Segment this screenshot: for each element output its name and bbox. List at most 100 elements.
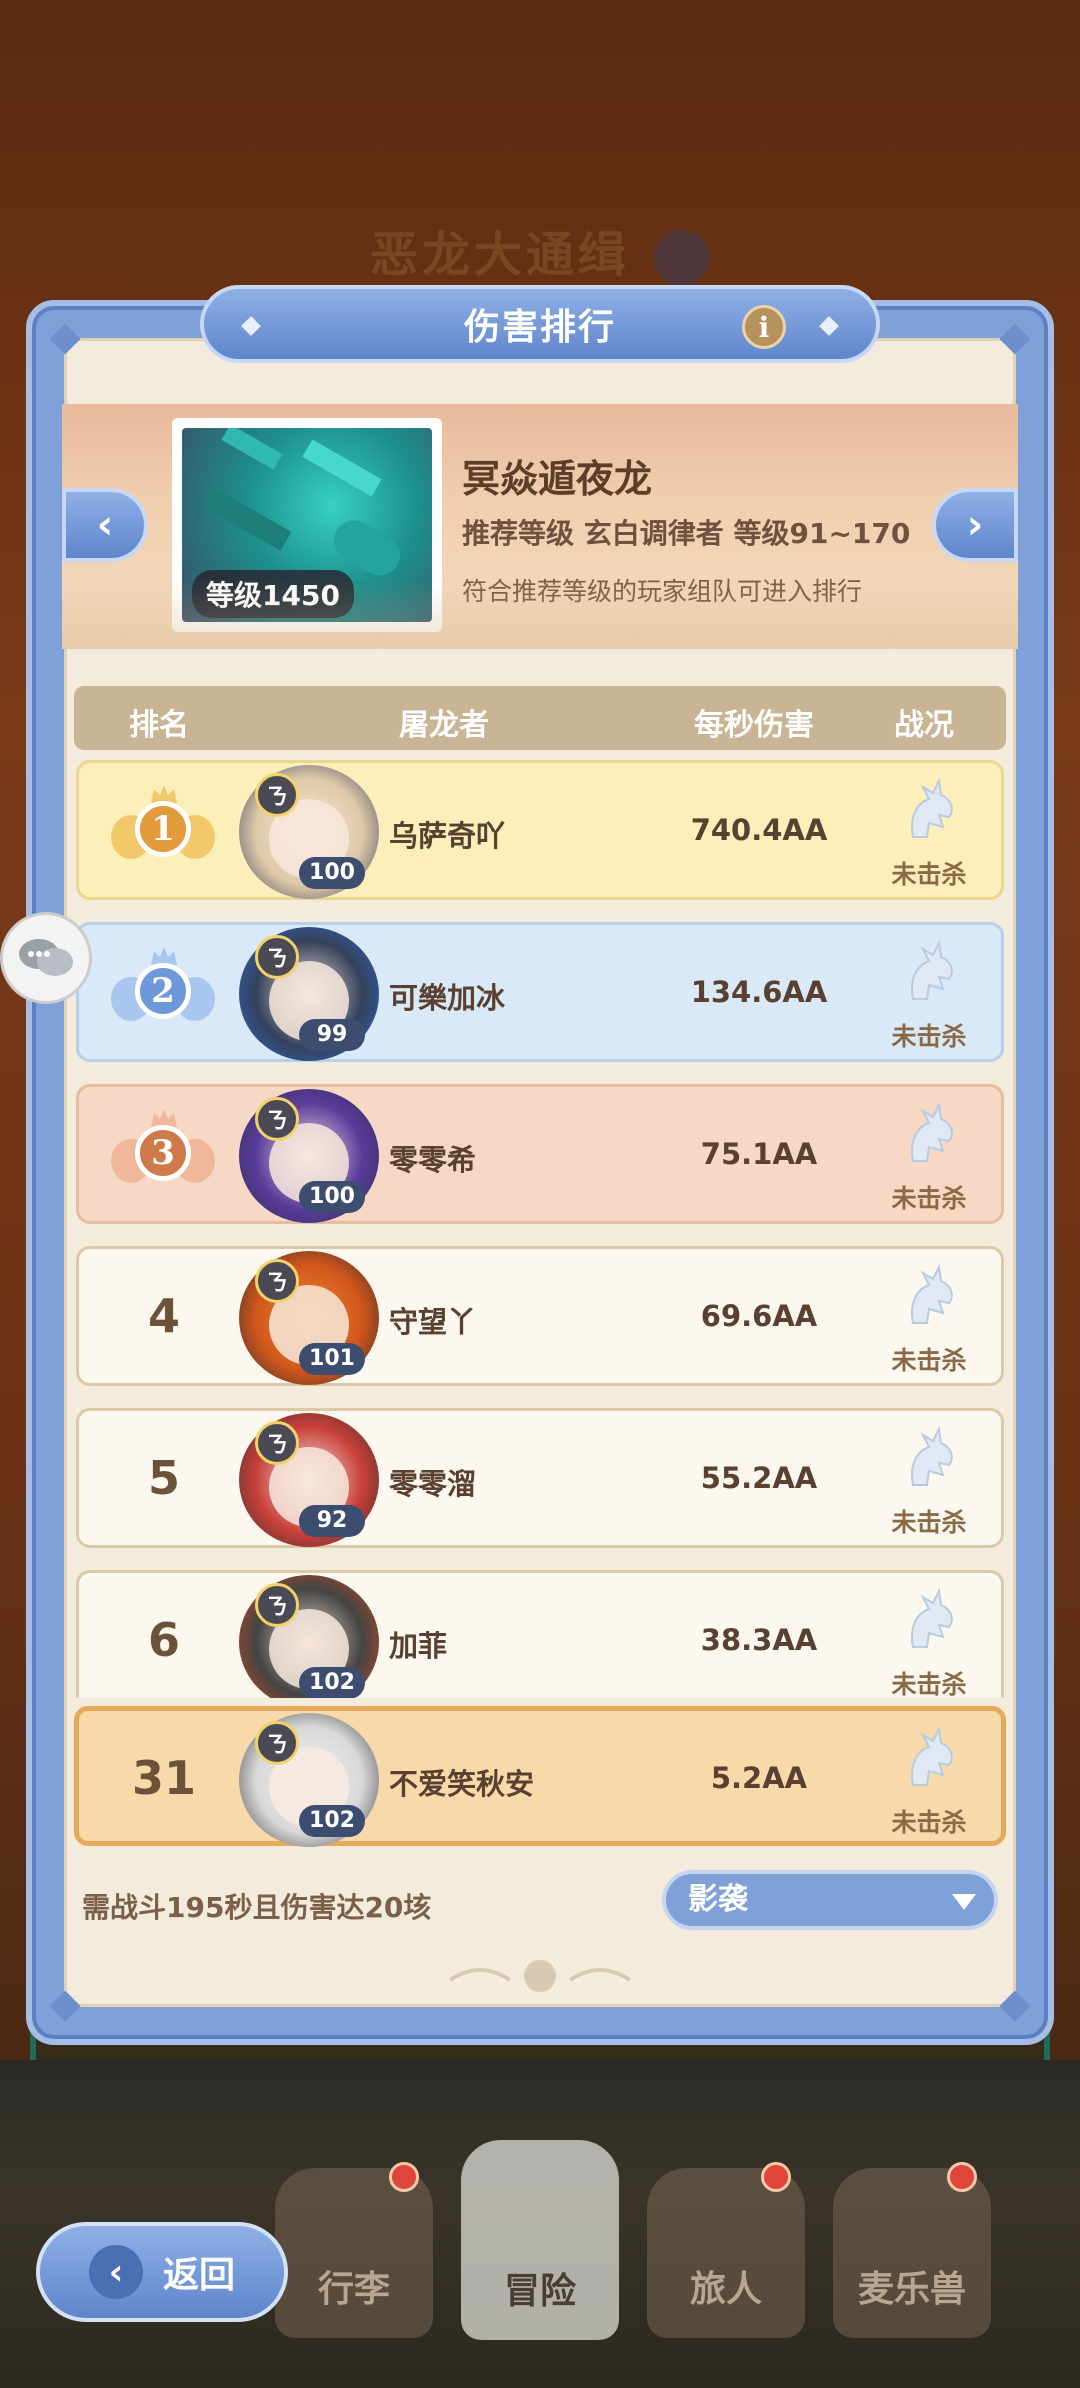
player-level: 99 [299,1019,365,1051]
class-emblem-icon: ㄋ [255,1421,299,1465]
kill-status: 未击杀 [891,1808,967,1837]
kill-status: 未击杀 [891,1346,967,1375]
dragon-icon [911,1101,953,1162]
background-title: 恶龙大通缉 [0,215,1080,286]
notification-dot-icon [761,2162,791,2192]
player-name: 不爱笑秋安 [389,1767,535,1801]
nav-travelers[interactable]: 旅人 [647,2162,805,2338]
nav-label: 旅人 [689,2269,762,2310]
boss-name: 冥焱遁夜龙 [462,457,653,501]
chevron-right-icon: › [966,502,984,548]
player-level: 101 [299,1343,365,1375]
panel-title: 伤害排行 [463,307,616,348]
dragon-icon [911,777,953,838]
class-emblem-icon: ㄋ [255,773,299,817]
star-ornament-icon [241,316,261,336]
ranking-row[interactable]: 6 ㄋ 102 加菲 38.3AA 未击杀 [76,1570,1004,1698]
prev-boss-button[interactable]: ‹ [62,488,148,562]
kill-status: 未击杀 [891,1670,967,1698]
nav-label: 麦乐兽 [857,2269,966,2310]
boss-rank-note: 符合推荐等级的玩家组队可进入排行 [462,577,863,606]
next-boss-button[interactable]: › [932,488,1018,562]
header-player: 屠龙者 [399,708,489,743]
rank-medal-icon: 2 [111,943,215,1043]
class-emblem-icon: ㄋ [255,1259,299,1303]
class-emblem-icon: ㄋ [255,1097,299,1141]
rank-medal-icon: 1 [111,781,215,881]
rank-number: 2 [135,963,191,1019]
rank-number: 6 [147,1613,180,1667]
player-name: 零零溜 [389,1467,477,1501]
player-dps: 134.6AA [690,975,828,1009]
player-name: 零零希 [389,1143,477,1177]
chat-bubble-icon [19,939,73,976]
player-name: 守望丫 [389,1305,477,1339]
header-dps: 每秒伤害 [694,708,814,743]
nav-luggage[interactable]: 行李 [275,2162,433,2338]
header-status: 战况 [894,708,954,743]
class-emblem-icon: ㄋ [255,1721,299,1765]
rank-medal-icon: 3 [111,1105,215,1205]
player-name: 加菲 [389,1629,448,1663]
ranking-table-header: 排名 屠龙者 每秒伤害 战况 [74,686,1006,750]
boss-portrait: 等级1450 [172,418,442,632]
ornament-icon [448,1960,632,1992]
dragon-icon [911,939,953,1000]
ranking-row[interactable]: 2 ㄋ 99 可樂加冰 134.6AA 未击杀 [76,922,1004,1062]
dropdown-value: 影袭 [688,1882,748,1917]
boss-level-badge: 等级1450 [192,570,354,618]
ranking-row[interactable]: 3 ㄋ 100 零零希 75.1AA 未击杀 [76,1084,1004,1224]
notification-dot-icon [389,2162,419,2192]
back-label: 返回 [162,2255,235,2296]
player-dps: 38.3AA [700,1623,818,1657]
kill-status: 未击杀 [891,1022,967,1051]
chevron-left-icon: ‹ [96,502,114,548]
my-ranking-row[interactable]: 31 ㄋ 102 不爱笑秋安 5.2AA 未击杀 [74,1706,1006,1847]
kill-status: 未击杀 [891,1184,967,1213]
kill-status: 未击杀 [891,1508,967,1537]
star-ornament-icon [819,316,839,336]
chevron-left-icon: ‹ [88,2245,143,2299]
notification-dot-icon [947,2162,977,2192]
back-button[interactable]: ‹ 返回 [36,2222,288,2322]
rank-number: 5 [147,1451,180,1505]
dragon-icon [911,1425,953,1486]
rank-number: 4 [147,1289,180,1343]
class-emblem-icon: ㄋ [255,935,299,979]
header-rank: 排名 [129,708,189,743]
kill-status: 未击杀 [891,860,967,889]
boss-recommend-level: 推荐等级 玄白调律者 等级91~170 [462,517,911,550]
dragon-icon [911,1725,953,1786]
rank-number: 1 [135,801,191,857]
player-level: 102 [299,1667,365,1698]
ranking-row[interactable]: 4 ㄋ 101 守望丫 69.6AA 未击杀 [76,1246,1004,1386]
player-name: 可樂加冰 [389,981,506,1015]
nav-adventure[interactable]: 冒险 [461,2140,619,2340]
class-emblem-icon: ㄋ [255,1583,299,1627]
nav-label: 冒险 [503,2271,576,2312]
title-badge-icon [654,230,710,286]
ranking-row[interactable]: 5 ㄋ 92 零零溜 55.2AA 未击杀 [76,1408,1004,1548]
ranking-list[interactable]: 1 ㄋ 100 乌萨奇吖 740.4AA 未击杀 2 ㄋ 99 可樂加冰 134… [74,760,1006,1698]
player-dps: 5.2AA [710,1761,808,1795]
player-level: 92 [299,1505,365,1537]
nav-pets[interactable]: 麦乐兽 [833,2162,991,2338]
info-icon[interactable]: i [742,305,786,349]
rank-number: 3 [135,1125,191,1181]
player-dps: 75.1AA [700,1137,818,1171]
requirement-text: 需战斗195秒且伤害达20垓 [82,1891,432,1924]
chat-button[interactable] [0,912,92,1004]
dragon-icon [911,1587,953,1648]
player-level: 100 [299,857,365,889]
rank-number: 31 [131,1751,196,1805]
player-level: 100 [299,1181,365,1213]
dragon-icon [911,1263,953,1324]
player-level: 102 [299,1805,365,1837]
player-dps: 740.4AA [690,813,828,847]
ranking-row[interactable]: 1 ㄋ 100 乌萨奇吖 740.4AA 未击杀 [76,760,1004,900]
player-name: 乌萨奇吖 [389,819,506,853]
chevron-down-icon [952,1894,976,1910]
player-dps: 69.6AA [700,1299,818,1333]
team-filter-dropdown[interactable]: 影袭 [662,1870,998,1930]
dragon-boss-image [182,428,432,622]
